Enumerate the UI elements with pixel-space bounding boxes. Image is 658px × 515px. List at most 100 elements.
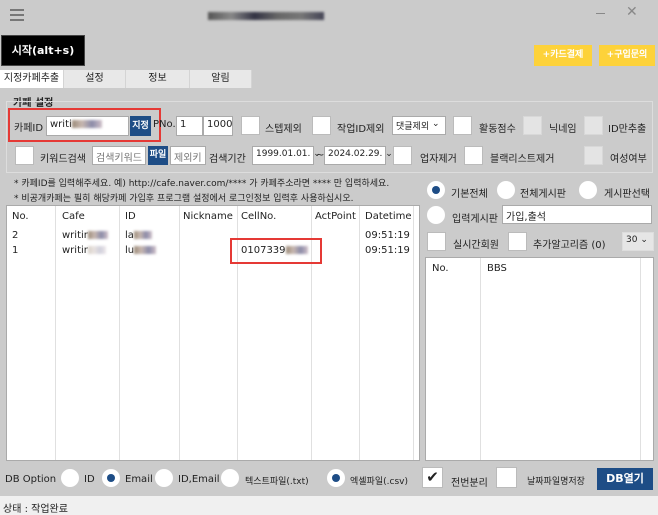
count-select-value: 30 xyxy=(626,235,638,245)
check-icon: ✔ xyxy=(426,468,439,486)
text-file-radio[interactable] xyxy=(221,469,239,487)
excel-file-label: 엑셀파일(.csv) xyxy=(350,477,408,487)
status-text: 상태 : 작업완료 xyxy=(3,504,68,515)
window-title xyxy=(208,11,324,20)
work-id-select[interactable]: 댓글제외 ⌄ xyxy=(392,116,446,135)
chevron-down-icon: ⌄ xyxy=(640,235,648,245)
db-email-label: Email xyxy=(125,474,153,485)
col-cellno[interactable]: CellNo. xyxy=(241,211,276,222)
date-from-select[interactable]: 1999.01.01. ⌄ xyxy=(252,146,321,165)
col-actpoint[interactable]: ActPoint xyxy=(315,211,356,222)
db-id-email-label: ID,Email xyxy=(178,474,220,485)
tab-notifications[interactable]: 알림 xyxy=(190,70,252,88)
exclude-work-id-checkbox[interactable] xyxy=(312,116,331,135)
card-payment-button[interactable]: +카드결제 xyxy=(534,45,592,66)
db-id-email-radio[interactable] xyxy=(155,469,173,487)
cell-no: 1 xyxy=(12,245,19,256)
date-from-value: 1999.01.01. xyxy=(256,149,311,159)
cafe-value: writir xyxy=(62,245,88,256)
date-to-select[interactable]: 2024.02.29. ⌄ xyxy=(324,146,393,165)
col-datetime[interactable]: Datetime xyxy=(365,211,412,222)
cell-no: 2 xyxy=(12,230,19,241)
exclude-staff-checkbox[interactable] xyxy=(241,116,260,135)
note-line-2: * 비공개카페는 필히 해당카페 가입후 프로그램 설정에서 로그인정보 입력후… xyxy=(14,194,354,204)
pno-to-input[interactable]: 1000 xyxy=(203,116,233,136)
cellno-highlight xyxy=(230,238,322,264)
results-table xyxy=(6,205,420,461)
activity-score-label: 활동점수 xyxy=(479,124,516,135)
input-board-field[interactable]: 가입,출석 xyxy=(502,205,652,224)
db-email-radio[interactable] xyxy=(102,469,120,487)
realtime-members-checkbox[interactable] xyxy=(427,232,446,251)
count-select[interactable]: 30 ⌄ xyxy=(622,232,654,251)
file-button[interactable]: 파일 xyxy=(148,146,168,165)
keyword-search-checkbox[interactable] xyxy=(15,146,34,165)
input-board-radio[interactable] xyxy=(427,206,445,224)
exclude-work-id-label: 작업ID제외 xyxy=(337,124,385,135)
extra-algorithm-checkbox[interactable] xyxy=(508,232,527,251)
db-option-label: DB Option xyxy=(5,474,57,485)
hamburger-icon[interactable] xyxy=(10,9,24,21)
col-nickname[interactable]: Nickname xyxy=(183,211,233,222)
col-cafe[interactable]: Cafe xyxy=(62,211,85,222)
cell-id: la xyxy=(125,230,152,241)
cell-cafe: writir xyxy=(62,245,106,256)
db-id-label: ID xyxy=(84,474,95,485)
split-checkbox[interactable]: ✔ xyxy=(422,467,443,488)
cell-cafe: writir xyxy=(62,230,108,241)
close-icon[interactable]: ✕ xyxy=(626,4,638,20)
text-file-label: 텍스트파일(.txt) xyxy=(245,477,309,487)
date-to-value: 2024.02.29. xyxy=(328,149,383,159)
assign-button[interactable]: 지정 xyxy=(130,116,151,136)
pno-label: PNo. xyxy=(153,119,176,130)
exclude-keyword-input[interactable]: 제외키 xyxy=(170,146,206,165)
exclude-blacklist-label: 블랙리스트제거 xyxy=(490,154,555,165)
nickname-checkbox[interactable] xyxy=(523,116,542,135)
all-boards-label: 전체게시판 xyxy=(520,189,566,200)
exclude-business-label: 업자제거 xyxy=(420,154,457,165)
id-only-label: ID만추출 xyxy=(608,124,647,135)
exclude-business-checkbox[interactable] xyxy=(393,146,412,165)
keyword-search-label: 키워드검색 xyxy=(40,154,86,165)
cafe-id-input[interactable]: writi xyxy=(46,116,129,136)
cell-datetime: 09:51:19 xyxy=(365,245,410,256)
col-no[interactable]: No. xyxy=(12,211,29,222)
select-board-radio[interactable] xyxy=(579,181,597,199)
nickname-label: 닉네임 xyxy=(549,124,577,135)
col-id[interactable]: ID xyxy=(125,211,136,222)
bbs-col-bbs[interactable]: BBS xyxy=(487,263,507,274)
cafe-value: writir xyxy=(62,230,88,241)
open-db-button[interactable]: DB열기 xyxy=(597,468,653,490)
tab-designated-cafe[interactable]: 지정카페추출 xyxy=(0,70,64,88)
bbs-col-no[interactable]: No. xyxy=(432,263,449,274)
tab-info[interactable]: 정보 xyxy=(126,70,190,88)
split-label: 전번분리 xyxy=(451,478,488,489)
cafe-id-value: writi xyxy=(50,119,72,130)
tab-settings[interactable]: 설정 xyxy=(64,70,126,88)
basic-all-radio[interactable] xyxy=(427,181,445,199)
work-id-select-value: 댓글제외 xyxy=(396,122,430,132)
exclude-staff-label: 스텝제외 xyxy=(265,124,302,135)
status-bar xyxy=(0,496,658,515)
cell-id: lu xyxy=(125,245,157,256)
keyword-input[interactable]: 검색키워드 xyxy=(92,146,146,165)
female-checkbox[interactable] xyxy=(584,146,603,165)
db-id-radio[interactable] xyxy=(61,469,79,487)
date-filename-checkbox[interactable] xyxy=(496,467,517,488)
id-value: lu xyxy=(125,245,135,256)
female-label: 여성여부 xyxy=(610,154,647,165)
purchase-inquiry-button[interactable]: +구입문의 xyxy=(599,45,655,66)
select-board-label: 게시판선택 xyxy=(604,189,650,200)
chevron-down-icon: ⌄ xyxy=(385,149,393,159)
exclude-blacklist-checkbox[interactable] xyxy=(464,146,483,165)
start-button[interactable]: 시작(alt+s) xyxy=(1,35,85,66)
input-board-label: 입력게시판 xyxy=(452,214,498,225)
id-only-checkbox[interactable] xyxy=(584,116,603,135)
cafe-id-label: 카페ID xyxy=(14,123,44,134)
minimize-icon[interactable] xyxy=(596,13,605,14)
date-filename-label: 날짜파일명저장 xyxy=(527,477,585,487)
activity-score-checkbox[interactable] xyxy=(453,116,472,135)
excel-file-radio[interactable] xyxy=(327,469,345,487)
pno-from-input[interactable]: 1 xyxy=(176,116,203,136)
all-boards-radio[interactable] xyxy=(497,181,515,199)
